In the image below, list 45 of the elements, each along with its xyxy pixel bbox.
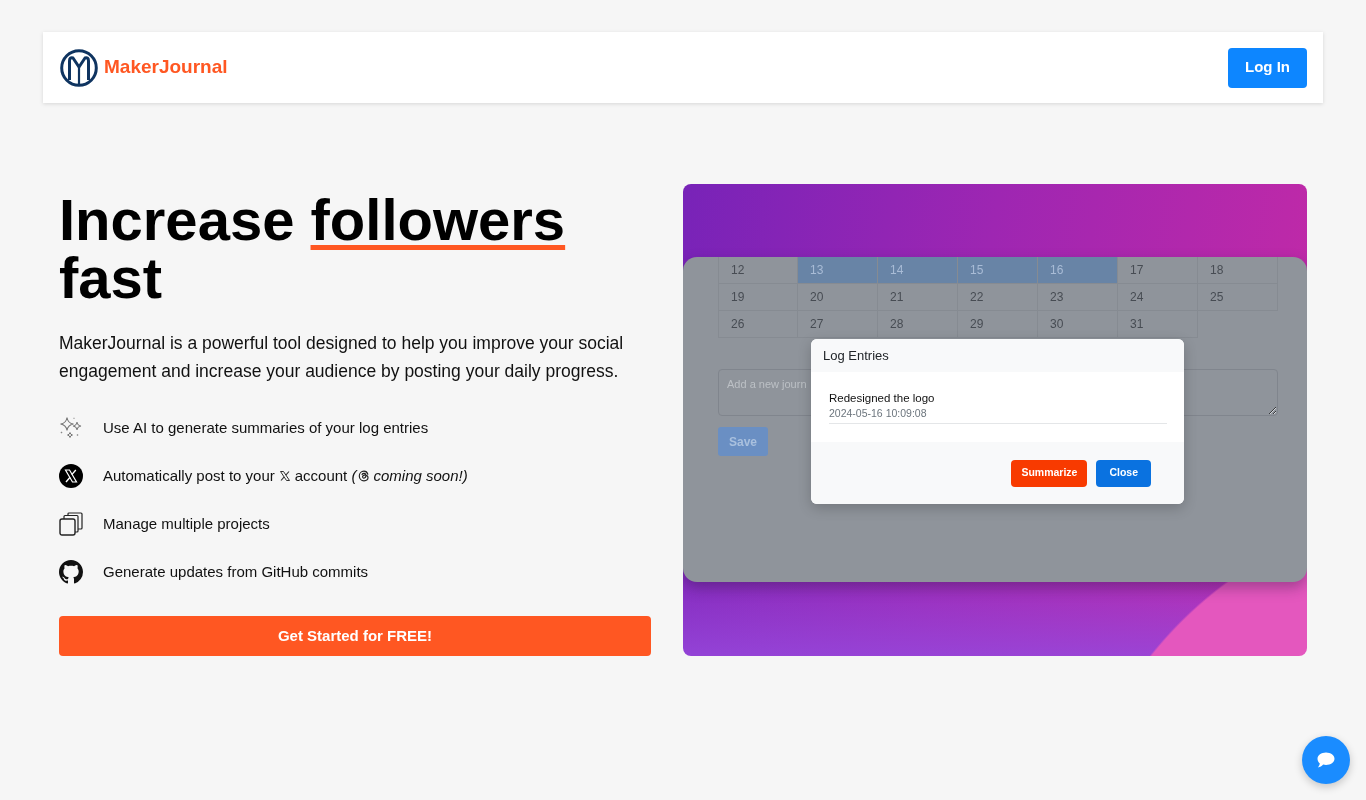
calendar-day[interactable]: 19 <box>718 284 798 311</box>
feature-text: account ( <box>294 465 357 486</box>
stacked-squares-icon <box>59 512 83 536</box>
logo-icon <box>60 48 98 87</box>
entry-title: Redesigned the logo <box>829 391 936 406</box>
get-started-button[interactable]: Get Started for FREE! <box>59 616 651 656</box>
summarize-button[interactable]: Summarize <box>1011 459 1088 487</box>
calendar-day[interactable]: 17 <box>1118 257 1198 284</box>
calendar-day[interactable]: 16 <box>1038 257 1118 284</box>
sparkles-icon <box>59 416 83 440</box>
feature-text: Generate updates from GitHub commits <box>103 561 369 582</box>
coming-soon-note: coming soon!) <box>373 465 468 486</box>
threads-icon <box>358 470 371 482</box>
calendar-day[interactable]: 22 <box>958 284 1038 311</box>
x-logo-icon <box>278 470 291 482</box>
github-icon <box>59 560 83 584</box>
calendar-day[interactable]: 18 <box>1198 257 1278 284</box>
brand-name[interactable]: MakerJournal <box>104 53 228 82</box>
save-button[interactable]: Save <box>718 427 768 456</box>
calendar-day[interactable]: 26 <box>718 311 798 338</box>
feature-text: Automatically post to your <box>103 465 275 486</box>
calendar-day[interactable]: 13 <box>798 257 878 284</box>
calendar-day[interactable]: 28 <box>878 311 958 338</box>
entry-timestamp: 2024-05-16 10:09:08 <box>829 406 928 421</box>
calendar-day[interactable]: 27 <box>798 311 878 338</box>
login-button[interactable]: Log In <box>1228 47 1307 88</box>
calendar-day[interactable]: 29 <box>958 311 1038 338</box>
feature-text: Manage multiple projects <box>103 513 270 534</box>
chat-button[interactable] <box>1302 736 1350 784</box>
calendar-day[interactable]: 20 <box>798 284 878 311</box>
calendar-day[interactable]: 24 <box>1118 284 1198 311</box>
hero-description: MakerJournal is a powerful tool designed to help you improve your social engagement and increase your audience by posting your daily progress. <box>59 332 625 383</box>
calendar-day[interactable]: 30 <box>1038 311 1118 338</box>
calendar-day[interactable]: 25 <box>1198 284 1278 311</box>
calendar-day[interactable]: 23 <box>1038 284 1118 311</box>
chat-icon <box>1317 752 1335 768</box>
feature-text: Use AI to generate summaries of your log entries <box>103 417 429 438</box>
x-logo-icon <box>59 464 83 488</box>
close-button[interactable]: Close <box>1096 459 1151 487</box>
calendar-day[interactable]: 15 <box>958 257 1038 284</box>
calendar-day[interactable]: 31 <box>1118 311 1198 338</box>
calendar-day[interactable]: 21 <box>878 284 958 311</box>
hero-heading: Increase followers fast <box>59 191 567 307</box>
modal-title: Log Entries <box>823 346 889 365</box>
calendar-day[interactable]: 14 <box>878 257 958 284</box>
